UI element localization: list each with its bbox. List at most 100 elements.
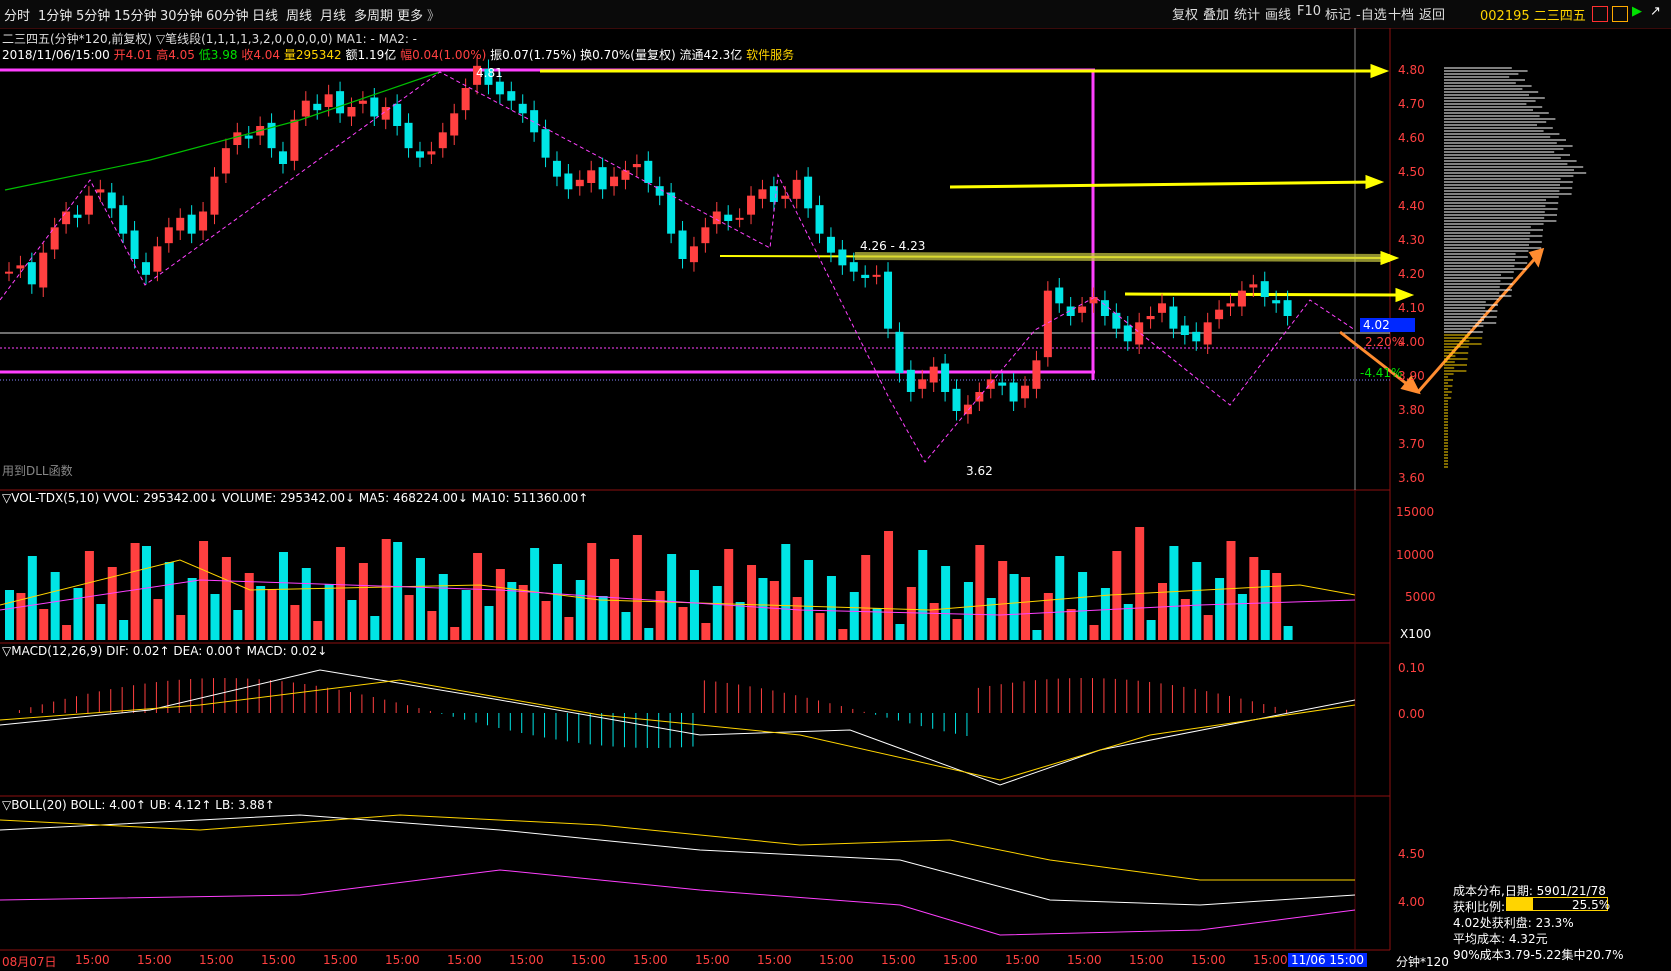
volume-bar xyxy=(975,545,985,640)
candle-body xyxy=(632,164,641,168)
candle-body xyxy=(1100,300,1109,316)
candle-body xyxy=(84,195,93,215)
pct-down-label: -4.41% xyxy=(1360,366,1403,380)
candle-body xyxy=(107,192,116,209)
vol-axis-label: 5000 xyxy=(1405,590,1436,604)
volume-bar xyxy=(747,565,757,640)
price-axis-label: 3.70 xyxy=(1398,437,1425,451)
price-axis-label: 3.80 xyxy=(1398,403,1425,417)
arrow-line xyxy=(949,180,1376,189)
volume-bar xyxy=(244,573,254,640)
profit-ratio-fill xyxy=(1507,898,1533,910)
time-axis-label: 15:00 xyxy=(199,953,234,967)
candle-body xyxy=(678,230,687,259)
volume-bar xyxy=(610,559,620,640)
macd-axis-label: 0.00 xyxy=(1398,707,1425,721)
candle-body xyxy=(336,91,345,114)
candle-body xyxy=(27,262,36,285)
candle-body xyxy=(986,379,995,389)
volume-bar xyxy=(644,628,654,640)
price-axis-label: 4.70 xyxy=(1398,97,1425,111)
candle-body xyxy=(278,151,287,164)
volume-bar xyxy=(1089,625,1099,640)
candle-body xyxy=(712,211,721,225)
candle-body xyxy=(1283,300,1292,316)
candle-body xyxy=(461,88,470,111)
volume-bar xyxy=(473,553,483,640)
volume-bar xyxy=(906,587,916,640)
price-axis-label: 4.20 xyxy=(1398,267,1425,281)
candle-body xyxy=(244,135,253,139)
volume-bar xyxy=(518,585,528,640)
candle-body xyxy=(1260,281,1269,297)
volume-bar xyxy=(929,603,939,640)
volume-bar xyxy=(1272,573,1282,640)
volume-bar xyxy=(1123,604,1133,640)
candle-body xyxy=(1032,360,1041,389)
volume-bar xyxy=(141,546,151,640)
volume-bar xyxy=(1158,583,1168,640)
candle-body xyxy=(564,173,573,190)
candle-body xyxy=(792,179,801,199)
volume-bar xyxy=(1032,630,1042,640)
candle-body xyxy=(872,274,881,277)
volume-bar xyxy=(313,621,323,640)
candle-body xyxy=(450,113,459,136)
candle-body xyxy=(5,271,13,274)
volume-bar xyxy=(1192,562,1202,640)
volume-bar xyxy=(404,595,414,640)
volume-bar xyxy=(324,584,334,640)
price-axis-label: 4.10 xyxy=(1398,301,1425,315)
candle-body xyxy=(781,195,790,199)
vol-label-text: ▽VOL-TDX(5,10) VVOL: 295342.00↓ VOLUME: … xyxy=(2,491,589,505)
candle-body xyxy=(427,151,436,155)
volume-bar xyxy=(267,589,277,640)
volume-bar xyxy=(256,586,266,640)
time-axis-label: 15:00 xyxy=(323,953,358,967)
candle-body xyxy=(747,195,756,215)
candle-body xyxy=(324,94,333,107)
volume-bar xyxy=(1078,572,1088,640)
candle-body xyxy=(1226,303,1235,307)
volume-bar xyxy=(667,554,677,640)
candle-body xyxy=(119,205,128,234)
volume-bar xyxy=(450,627,460,640)
time-axis-label: 15:00 xyxy=(1253,953,1288,967)
volume-bar xyxy=(233,610,243,640)
price-axis-label: 4.30 xyxy=(1398,233,1425,247)
vol-axis-label: 15000 xyxy=(1396,505,1435,519)
volume-bar xyxy=(336,547,346,640)
candle-body xyxy=(1192,331,1201,342)
boll-mid-line xyxy=(0,814,1356,906)
volume-bar xyxy=(587,543,597,640)
volume-bar xyxy=(39,609,49,640)
volume-bar xyxy=(564,617,574,640)
current-price-tag: 4.02 xyxy=(1360,318,1415,332)
volume-bar xyxy=(792,597,802,640)
candle-body xyxy=(210,176,219,215)
candle-body xyxy=(895,331,904,373)
boll-lower-line xyxy=(0,869,1356,936)
candle-body xyxy=(495,81,504,95)
candle-body xyxy=(62,211,71,225)
time-axis-label: 15:00 xyxy=(1005,953,1040,967)
cost-distribution xyxy=(1444,67,1587,468)
profit-label: 获利比例: xyxy=(1453,900,1506,914)
candle-body xyxy=(370,97,379,117)
kline-chart-svg[interactable] xyxy=(0,0,1671,971)
volume-bar xyxy=(952,619,962,640)
candle-body xyxy=(1066,306,1075,316)
time-axis-label: 15:00 xyxy=(75,953,110,967)
candle-body xyxy=(941,363,950,392)
volume-bar xyxy=(804,560,814,640)
candle-body xyxy=(187,214,196,234)
volume-bar xyxy=(826,576,836,640)
volume-bar xyxy=(941,566,951,640)
range-label: 4.26 - 4.23 xyxy=(860,239,926,253)
volume-bar xyxy=(849,592,859,640)
profit-at-price: 4.02处获利盘: 23.3% xyxy=(1453,916,1574,930)
volume-bar xyxy=(998,561,1008,640)
candle-body xyxy=(1123,325,1132,342)
volume-bar xyxy=(1226,541,1236,640)
vol-unit: X100 xyxy=(1400,627,1432,641)
